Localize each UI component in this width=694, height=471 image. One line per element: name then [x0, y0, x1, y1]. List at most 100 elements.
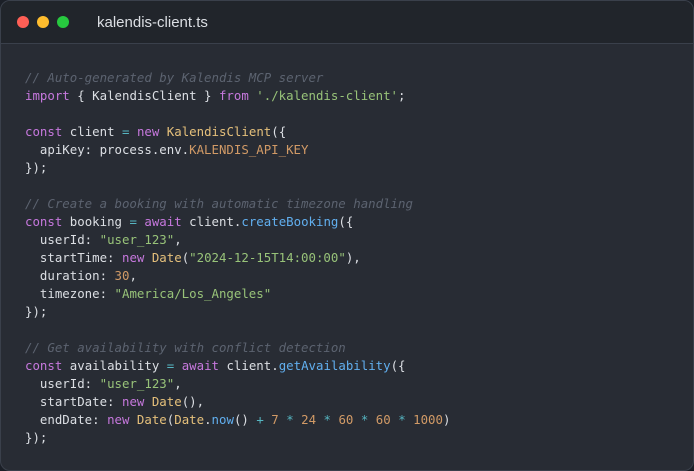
code-token: ({ [338, 214, 354, 229]
code-token: Date [151, 250, 182, 265]
code-token: new [121, 394, 145, 409]
code-token: await [144, 214, 182, 229]
code-token: startTime: [25, 250, 122, 265]
code-line: const client = new KalendisClient({ [25, 123, 450, 141]
code-token: ) [442, 412, 451, 427]
code-token: getAvailability [278, 358, 391, 373]
window-titlebar: kalendis-client.ts [1, 1, 693, 44]
code-token: 60 [338, 412, 354, 427]
code-token: "America/Los_Angeles" [114, 286, 272, 301]
maximize-window-button[interactable] [57, 16, 69, 28]
code-token: import [25, 88, 70, 103]
code-token: ; [398, 88, 406, 103]
code-token: now [211, 412, 234, 427]
code-token: (), [181, 394, 205, 409]
code-token: await [181, 358, 219, 373]
code-token: './kalendis-client' [256, 88, 399, 103]
code-token: new [107, 412, 130, 427]
code-token: ({ [271, 124, 287, 139]
code-token: new [121, 250, 145, 265]
code-token: // Create a booking with automatic timez… [25, 196, 413, 211]
code-token: createBooking [241, 214, 339, 229]
code-token: = [129, 214, 137, 229]
code-token: , [129, 268, 137, 283]
code-token: // Get availability with conflict detect… [25, 340, 346, 355]
code-token: "user_123" [99, 376, 175, 391]
code-line: }); [25, 159, 450, 177]
code-line: userId: "user_123", [25, 231, 450, 249]
code-token: const [25, 124, 63, 139]
code-line: // Create a booking with automatic timez… [25, 195, 450, 213]
code-token: from [218, 88, 249, 103]
code-token: * [323, 412, 331, 427]
code-line: }); [25, 429, 450, 447]
code-token: * [286, 412, 294, 427]
code-token: . [204, 412, 212, 427]
code-line: startDate: new Date(), [25, 393, 450, 411]
code-token: "user_123" [99, 232, 175, 247]
code-token: ), [345, 250, 361, 265]
code-token: * [398, 412, 406, 427]
code-token: }); [25, 430, 48, 445]
code-line: // Auto-generated by Kalendis MCP server [25, 69, 450, 87]
code-token: KALENDIS_API_KEY [189, 142, 309, 157]
code-token: const [25, 358, 63, 373]
code-line: // Get availability with conflict detect… [25, 339, 450, 357]
code-token: client [62, 124, 122, 139]
code-token: 7 [271, 412, 279, 427]
code-line: const availability = await client.getAva… [25, 357, 450, 375]
close-window-button[interactable] [17, 16, 29, 28]
code-token: duration: [25, 268, 115, 283]
code-token: userId: [25, 376, 100, 391]
code-token: new [136, 124, 160, 139]
code-token: booking [62, 214, 130, 229]
code-token: KalendisClient [166, 124, 272, 139]
code-token: , [174, 232, 182, 247]
code-token: Date [151, 394, 182, 409]
code-line: }); [25, 303, 450, 321]
code-line: apiKey: process.env.KALENDIS_API_KEY [25, 141, 450, 159]
code-token: 60 [375, 412, 391, 427]
code-line: import { KalendisClient } from './kalend… [25, 87, 450, 105]
code-token: ({ [390, 358, 406, 373]
code-line: const booking = await client.createBooki… [25, 213, 450, 231]
code-token: , [174, 376, 182, 391]
code-token: Date [174, 412, 205, 427]
code-token: + [256, 412, 264, 427]
code-token: 24 [301, 412, 317, 427]
code-token: }); [25, 304, 48, 319]
code-token: "2024-12-15T14:00:00" [189, 250, 346, 265]
code-token: apiKey: process.env. [25, 142, 190, 157]
code-token: 1000 [413, 412, 443, 427]
code-line: timezone: "America/Los_Angeles" [25, 285, 450, 303]
code-token: () [233, 412, 257, 427]
code-token: client. [219, 358, 279, 373]
code-token: startDate: [25, 394, 122, 409]
code-token: { KalendisClient } [69, 88, 219, 103]
file-title: kalendis-client.ts [97, 13, 208, 31]
code-line: startTime: new Date("2024-12-15T14:00:00… [25, 249, 450, 267]
code-token: 30 [114, 268, 130, 283]
code-token: client. [181, 214, 242, 229]
code-token: timezone: [25, 286, 115, 301]
code-token: Date [136, 412, 167, 427]
code-editor[interactable]: // Auto-generated by Kalendis MCP server… [25, 69, 450, 447]
code-token: }); [25, 160, 48, 175]
code-token: userId: [25, 232, 100, 247]
code-token: // Auto-generated by Kalendis MCP server [25, 70, 324, 85]
minimize-window-button[interactable] [37, 16, 49, 28]
code-line: duration: 30, [25, 267, 450, 285]
code-line: endDate: new Date(Date.now() + 7 * 24 * … [25, 411, 451, 429]
code-window: kalendis-client.ts // Auto-generated by … [0, 0, 694, 471]
